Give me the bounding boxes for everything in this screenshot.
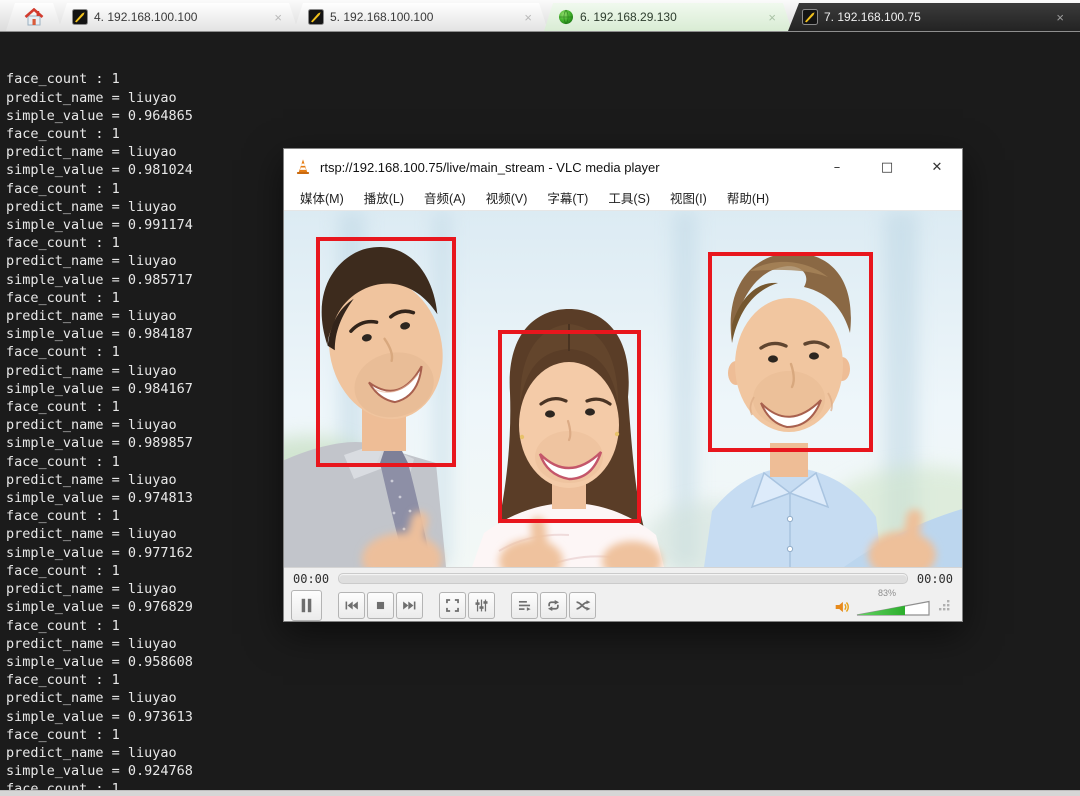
terminal-line: simple_value = 0.964865 <box>6 107 1080 125</box>
maximize-icon[interactable]: □ <box>862 149 912 185</box>
button-group <box>439 592 497 619</box>
terminal-line: simple_value = 0.958608 <box>6 653 1080 671</box>
vlc-window-title: rtsp://192.168.100.75/live/main_stream -… <box>320 160 812 175</box>
extended-settings-icon <box>472 596 491 615</box>
pause-icon <box>295 594 318 617</box>
stop-button[interactable] <box>367 592 394 619</box>
button-group <box>291 590 324 621</box>
terminal-line: predict_name = liuyao <box>6 744 1080 762</box>
tab-close-icon[interactable]: × <box>1054 10 1066 25</box>
button-group <box>511 592 598 619</box>
session-tab-7[interactable]: 7. 192.168.100.75 × <box>788 3 1080 31</box>
random-button[interactable] <box>569 592 596 619</box>
previous-icon <box>342 596 361 615</box>
menu-item-1[interactable]: 播放(L) <box>354 188 414 207</box>
menu-item-3[interactable]: 视频(V) <box>476 188 538 207</box>
terminal-line: face_count : 1 <box>6 780 1080 790</box>
vlc-menubar: 媒体(M)播放(L)音频(A)视频(V)字幕(T)工具(S)视图(I)帮助(H) <box>284 185 962 211</box>
terminal-icon <box>308 9 324 25</box>
session-tab-6[interactable]: 6. 192.168.29.130 × <box>544 3 792 31</box>
tab-label: 6. 192.168.29.130 <box>580 10 760 24</box>
terminal-line: face_count : 1 <box>6 125 1080 143</box>
playlist-icon <box>515 596 534 615</box>
loop-icon <box>544 596 563 615</box>
face-detection-box-3 <box>708 252 873 452</box>
menu-item-6[interactable]: 视图(I) <box>660 188 717 207</box>
terminal-icon <box>802 9 818 25</box>
volume-cluster: 83% <box>833 590 950 616</box>
menu-item-7[interactable]: 帮助(H) <box>717 188 779 207</box>
volume-slider[interactable]: 83% <box>856 590 930 616</box>
next-button[interactable] <box>396 592 423 619</box>
vlc-video-area <box>284 211 962 567</box>
vlc-window-controls: –□✕ <box>812 149 962 185</box>
speaker-icon[interactable] <box>833 598 851 616</box>
menu-item-5[interactable]: 工具(S) <box>598 188 660 207</box>
terminal-line: predict_name = liuyao <box>6 89 1080 107</box>
menu-item-2[interactable]: 音频(A) <box>414 188 476 207</box>
tab-strip: 4. 192.168.100.100×5. 192.168.100.100×6.… <box>0 0 1080 32</box>
time-elapsed: 00:00 <box>293 572 329 586</box>
playlist-button[interactable] <box>511 592 538 619</box>
terminal-line: simple_value = 0.973613 <box>6 708 1080 726</box>
fullscreen-button[interactable] <box>439 592 466 619</box>
fullscreen-icon <box>443 596 462 615</box>
menu-item-4[interactable]: 字幕(T) <box>537 188 598 207</box>
tab-label: 5. 192.168.100.100 <box>330 10 516 24</box>
pause-button[interactable] <box>291 590 322 621</box>
face-detection-box-1 <box>316 237 456 467</box>
terminal-line: predict_name = liuyao <box>6 635 1080 653</box>
menu-item-0[interactable]: 媒体(M) <box>290 188 354 207</box>
tab-label: 4. 192.168.100.100 <box>94 10 266 24</box>
vlc-cone-icon <box>294 158 312 176</box>
loop-button[interactable] <box>540 592 567 619</box>
terminal-line: face_count : 1 <box>6 671 1080 689</box>
terminal-line: face_count : 1 <box>6 70 1080 88</box>
minimize-icon[interactable]: – <box>812 149 862 185</box>
time-total: 00:00 <box>917 572 953 586</box>
close-icon[interactable]: ✕ <box>912 149 962 185</box>
globe-icon <box>558 9 574 25</box>
vlc-titlebar[interactable]: rtsp://192.168.100.75/live/main_stream -… <box>284 149 962 185</box>
next-icon <box>400 596 419 615</box>
tab-close-icon[interactable]: × <box>522 10 534 25</box>
terminal-line: predict_name = liuyao <box>6 689 1080 707</box>
terminal-icon <box>72 9 88 25</box>
window-bottom-edge <box>0 790 1080 796</box>
button-group <box>338 592 425 619</box>
random-icon <box>573 596 592 615</box>
terminal-line: face_count : 1 <box>6 726 1080 744</box>
seek-bar[interactable] <box>338 573 908 584</box>
extended-settings-button[interactable] <box>468 592 495 619</box>
stop-icon <box>371 596 390 615</box>
session-tab-4[interactable]: 4. 192.168.100.100 × <box>58 3 298 31</box>
tab-label: 7. 192.168.100.75 <box>824 10 1048 24</box>
vlc-controlbar: 00:00 00:00 83% <box>284 567 962 621</box>
tab-close-icon[interactable]: × <box>272 10 284 25</box>
tab-close-icon[interactable]: × <box>766 10 778 25</box>
face-detection-box-2 <box>498 330 641 523</box>
session-tab-5[interactable]: 5. 192.168.100.100 × <box>294 3 548 31</box>
vlc-window: rtsp://192.168.100.75/live/main_stream -… <box>283 148 963 622</box>
previous-button[interactable] <box>338 592 365 619</box>
home-tab[interactable] <box>6 3 62 31</box>
home-icon <box>24 8 44 26</box>
volume-percent-label: 83% <box>878 588 896 598</box>
terminal-line: simple_value = 0.924768 <box>6 762 1080 780</box>
resize-grip-icon[interactable] <box>939 598 950 616</box>
